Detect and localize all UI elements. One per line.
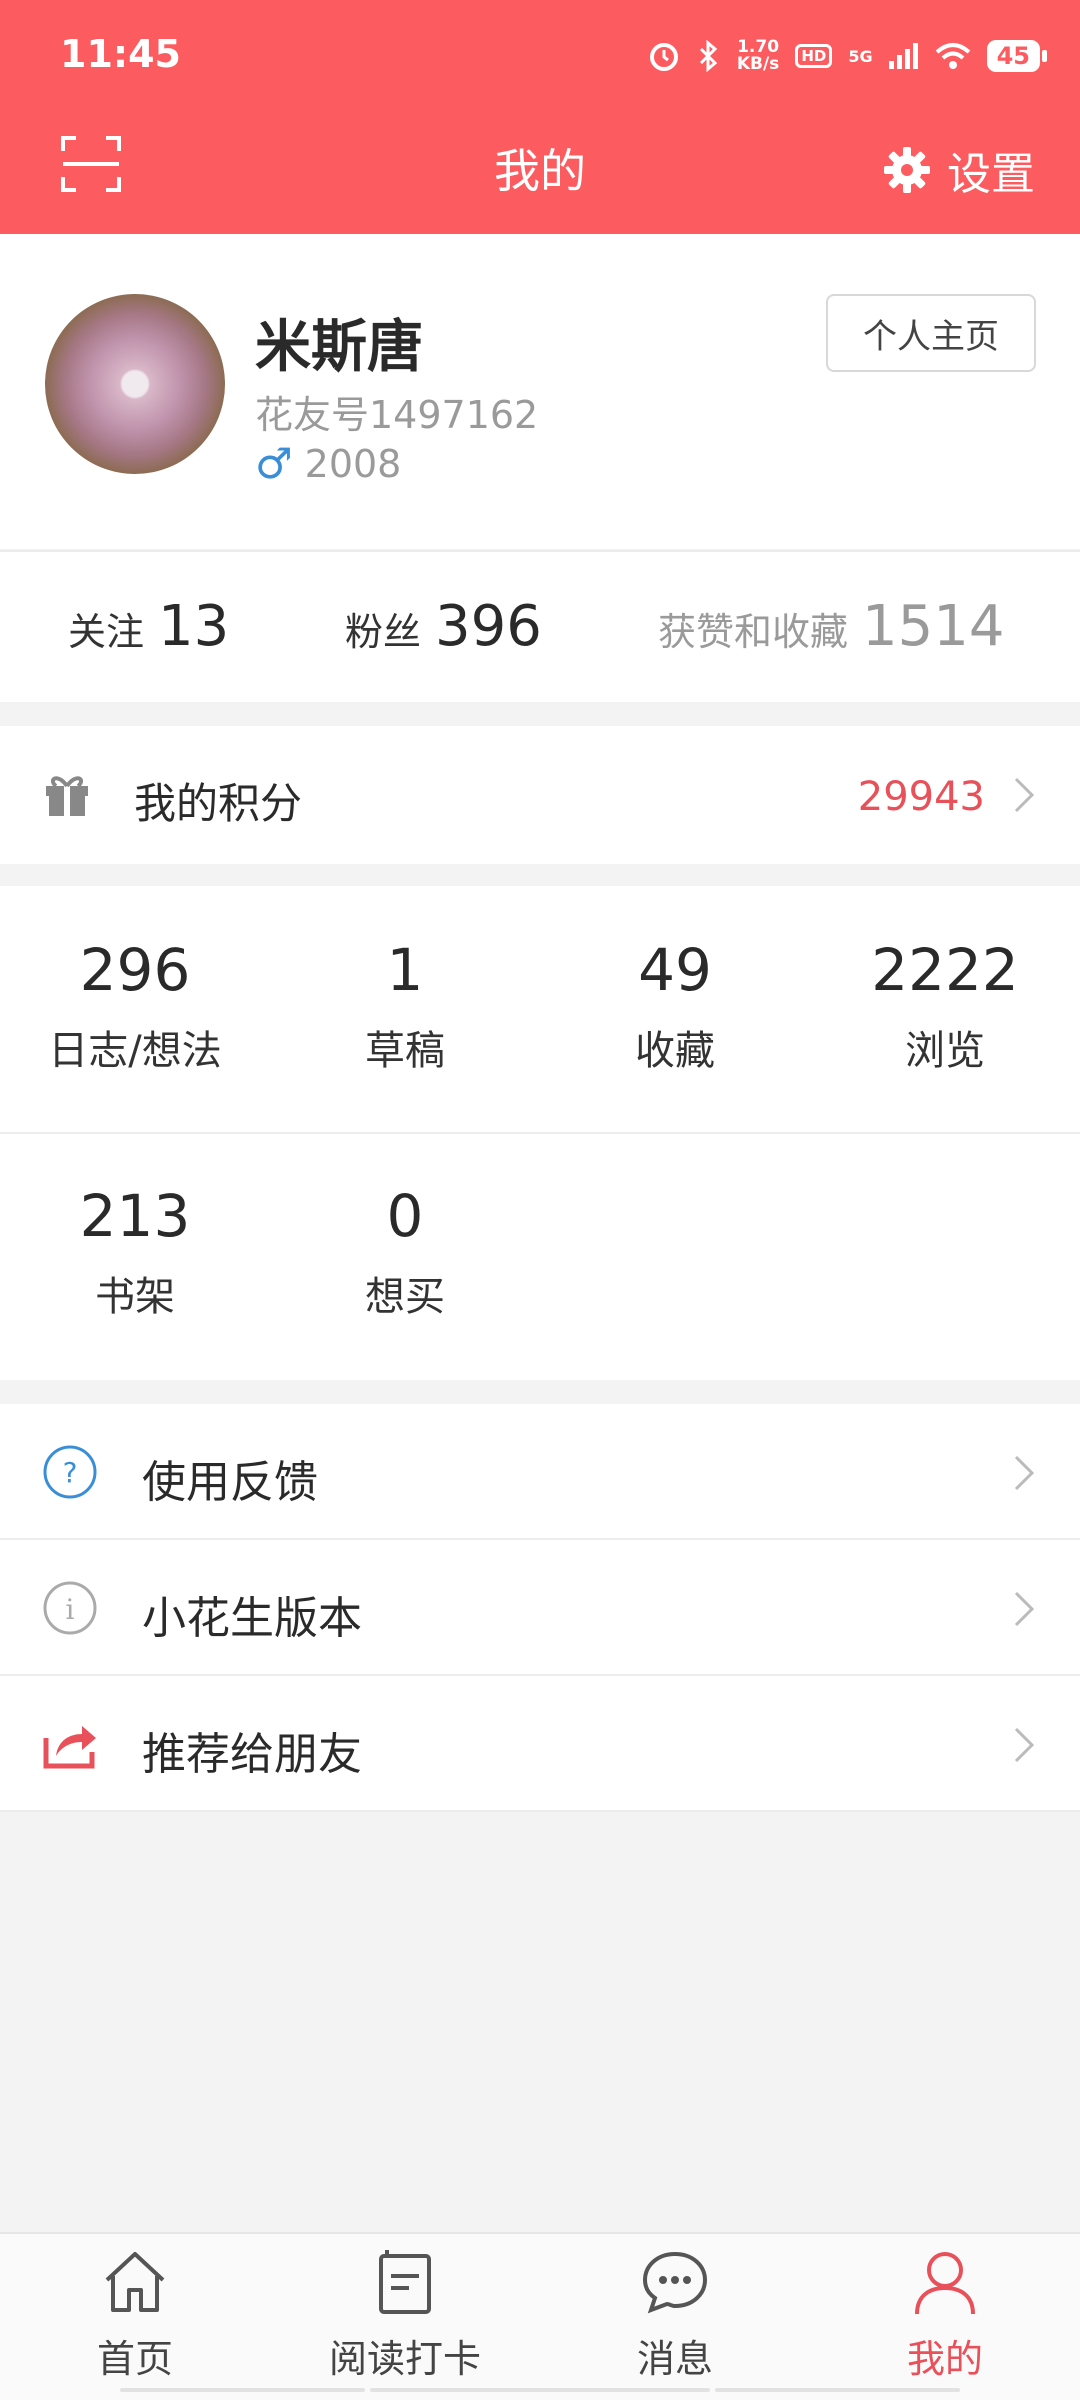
status-icons: 1.70 KB/s HD 5G 45 <box>647 34 1048 78</box>
top-header: 11:45 1.70 KB/s HD 5G 45 我的 设置 <box>0 0 1080 234</box>
count-journals[interactable]: 296 日志/想法 <box>0 936 270 1076</box>
following-label: 关注 <box>68 610 145 654</box>
network-speed: 1.70 KB/s <box>737 39 779 73</box>
count-value: 49 <box>638 936 712 1004</box>
menu-item-label: 推荐给朋友 <box>142 1729 362 1780</box>
menu-item-label: 使用反馈 <box>142 1457 318 1508</box>
nav-reading[interactable]: 阅读打卡 <box>270 2246 540 2383</box>
nav-messages[interactable]: 消息 <box>540 2246 810 2383</box>
menu-item-label: 小花生版本 <box>142 1593 362 1644</box>
count-drafts[interactable]: 1 草稿 <box>270 936 540 1076</box>
wifi-icon <box>935 43 970 69</box>
gender-year: ♂ 2008 <box>255 439 401 488</box>
gear-icon <box>884 147 930 193</box>
bottom-nav: 首页 阅读打卡 消息 我的 <box>0 2232 1080 2400</box>
avatar[interactable] <box>45 294 225 474</box>
settings-label: 设置 <box>947 149 1035 200</box>
count-value: 2222 <box>871 936 1019 1004</box>
menu-item-share[interactable]: 推荐给朋友 <box>0 1676 1080 1812</box>
nav-label: 消息 <box>636 2337 713 2381</box>
user-year: 2008 <box>304 441 402 486</box>
chevron-right-icon <box>1014 1455 1035 1491</box>
signal-icon <box>888 43 918 69</box>
hd-badge: HD <box>795 44 833 68</box>
status-time: 11:45 <box>60 32 181 76</box>
help-icon: ? <box>43 1445 97 1499</box>
count-browsed[interactable]: 2222 浏览 <box>810 936 1080 1076</box>
battery-indicator: 45 <box>986 40 1048 72</box>
count-label: 浏览 <box>905 1028 985 1074</box>
count-label: 收藏 <box>635 1028 715 1074</box>
points-row[interactable]: 我的积分 29943 <box>0 726 1080 864</box>
svg-text:i: i <box>66 1593 75 1626</box>
counts-grid: 296 日志/想法 1 草稿 49 收藏 2222 浏览 213 书架 0 想买 <box>0 886 1080 1380</box>
network-type: 5G <box>848 46 873 66</box>
user-name: 米斯唐 <box>255 315 423 380</box>
gift-icon <box>46 776 88 816</box>
chat-icon <box>642 2251 708 2314</box>
count-label: 想买 <box>365 1274 445 1320</box>
count-label: 书架 <box>95 1274 175 1320</box>
home-icon <box>105 2252 165 2312</box>
social-stats: 关注 13 粉丝 396 获赞和收藏 1514 <box>0 550 1080 702</box>
settings-button[interactable]: 设置 <box>883 138 1035 202</box>
points-value: 29943 <box>857 774 985 820</box>
share-icon <box>43 1726 96 1769</box>
profile-card: 米斯唐 花友号1497162 ♂ 2008 个人主页 <box>0 234 1080 549</box>
nav-label: 我的 <box>906 2337 983 2381</box>
gesture-bar <box>370 2388 710 2392</box>
fans-count: 396 <box>435 594 542 659</box>
chevron-right-icon <box>1014 1727 1035 1763</box>
following-stat[interactable]: 关注 13 <box>68 594 229 659</box>
fans-stat[interactable]: 粉丝 396 <box>345 594 542 659</box>
gesture-bar <box>715 2388 960 2392</box>
user-id: 花友号1497162 <box>255 393 539 437</box>
menu-item-feedback[interactable]: ? 使用反馈 <box>0 1404 1080 1540</box>
likes-stat[interactable]: 获赞和收藏 1514 <box>658 594 1005 659</box>
settings-menu: ? 使用反馈 i 小花生版本 推荐给朋友 <box>0 1404 1080 1812</box>
count-value: 296 <box>79 936 191 1004</box>
nav-label: 阅读打卡 <box>328 2337 481 2381</box>
menu-item-version[interactable]: i 小花生版本 <box>0 1540 1080 1676</box>
nav-me[interactable]: 我的 <box>810 2246 1080 2383</box>
count-favorites[interactable]: 49 收藏 <box>540 936 810 1076</box>
count-wishlist[interactable]: 0 想买 <box>270 1182 540 1322</box>
chevron-right-icon <box>1014 777 1035 813</box>
book-icon <box>379 2250 431 2314</box>
likes-label: 获赞和收藏 <box>658 610 849 654</box>
fans-label: 粉丝 <box>345 610 422 654</box>
info-icon: i <box>43 1581 97 1635</box>
divider <box>0 1132 1080 1134</box>
likes-count: 1514 <box>862 594 1005 659</box>
count-label: 日志/想法 <box>48 1028 222 1074</box>
count-value: 1 <box>386 936 424 1004</box>
nav-home[interactable]: 首页 <box>0 2246 270 2383</box>
male-icon: ♂ <box>255 439 293 488</box>
bluetooth-icon <box>699 39 718 73</box>
alarm-icon <box>649 43 678 71</box>
gesture-bar <box>120 2388 365 2392</box>
speed-unit: KB/s <box>736 54 780 74</box>
following-count: 13 <box>158 594 230 659</box>
user-icon <box>915 2252 975 2315</box>
chevron-right-icon <box>1014 1591 1035 1627</box>
nav-label: 首页 <box>96 2337 173 2381</box>
count-bookshelf[interactable]: 213 书架 <box>0 1182 270 1322</box>
svg-text:?: ? <box>63 1456 78 1489</box>
count-value: 213 <box>79 1182 191 1250</box>
points-label: 我的积分 <box>134 779 303 828</box>
homepage-button[interactable]: 个人主页 <box>826 294 1036 372</box>
count-label: 草稿 <box>365 1028 445 1074</box>
count-value: 0 <box>386 1182 424 1250</box>
